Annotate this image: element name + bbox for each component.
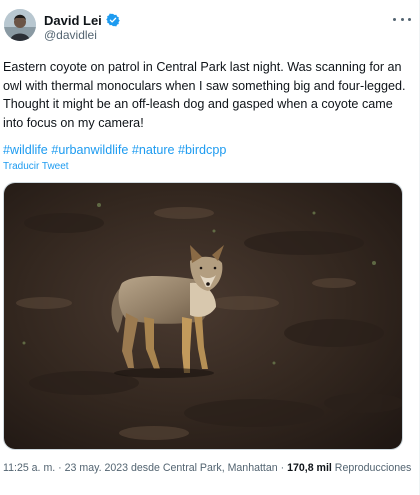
tweet-card: David Lei @davidlei Eastern coyote on pa… <box>0 0 420 495</box>
tweet-location[interactable]: Central Park, Manhattan <box>163 462 278 474</box>
hashtag-link[interactable]: #urbanwildlife <box>51 143 128 157</box>
views-label: Reproducciones <box>331 462 412 474</box>
more-options-icon[interactable] <box>393 14 411 24</box>
meta-separator: · <box>55 462 65 474</box>
avatar[interactable] <box>4 9 36 41</box>
coyote-photo-icon <box>4 183 402 449</box>
hashtag-link[interactable]: #birdcpp <box>178 143 226 157</box>
tweet-time[interactable]: 11:25 a. m. <box>3 462 55 474</box>
views-count[interactable]: 170,8 mil <box>287 462 332 474</box>
tweet-meta: 11:25 a. m. · 23 may. 2023 desde Central… <box>3 462 411 474</box>
tweet-text: Eastern coyote on patrol in Central Park… <box>3 60 406 130</box>
tweet-date[interactable]: 23 may. 2023 <box>65 462 128 474</box>
tweet-photo[interactable] <box>3 182 403 450</box>
hashtag-link[interactable]: #wildlife <box>3 143 48 157</box>
author-name-row[interactable]: David Lei <box>44 12 120 28</box>
hashtag-link[interactable]: #nature <box>132 143 175 157</box>
meta-separator: · <box>277 462 288 474</box>
translate-tweet-link[interactable]: Traducir Tweet <box>3 161 69 172</box>
author-display-name[interactable]: David Lei <box>44 13 102 28</box>
hashtag-list: #wildlife #urbanwildlife #nature #birdcp… <box>3 142 408 159</box>
location-prefix: desde <box>128 462 163 474</box>
verified-badge-icon <box>106 13 120 27</box>
author-handle[interactable]: @davidlei <box>44 28 97 42</box>
profile-photo-icon <box>4 9 36 41</box>
